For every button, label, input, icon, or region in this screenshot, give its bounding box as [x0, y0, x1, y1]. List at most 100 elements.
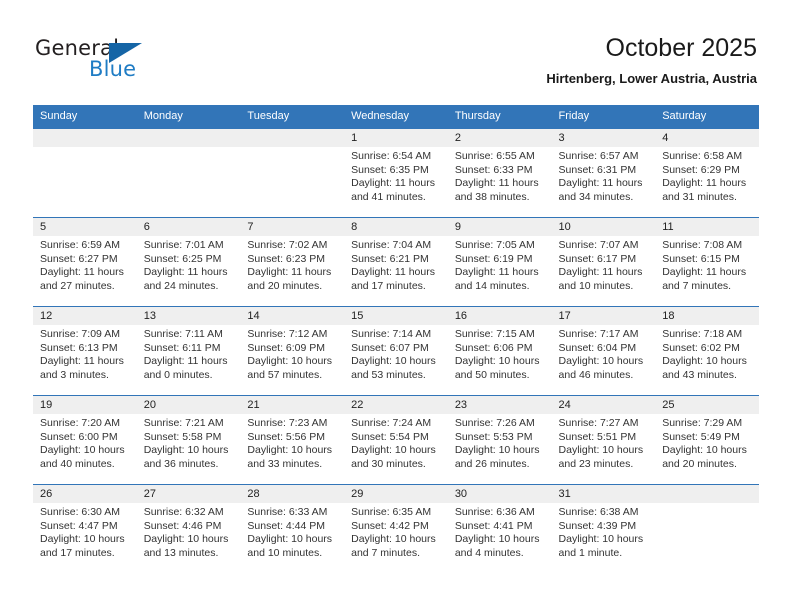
calendar-day-cell[interactable]: 23 Sunrise: 7:26 AM Sunset: 5:53 PM Dayligh…	[447, 395, 552, 485]
day-daylight-line: and 57 minutes.	[247, 368, 323, 381]
day-number: 4	[655, 129, 759, 147]
day-daylight-line: and 10 minutes.	[247, 546, 323, 559]
calendar-day-cell[interactable]: 3 Sunrise: 6:57 AM Sunset: 6:31 PM Daylight…	[551, 129, 656, 218]
calendar-day-cell[interactable]: 14 Sunrise: 7:12 AM Sunset: 6:09 PM Dayligh…	[240, 306, 345, 396]
calendar-day-cell[interactable]: 8 Sunrise: 7:04 AM Sunset: 6:21 PM Daylight…	[344, 217, 448, 307]
calendar-day-cell[interactable]: 25 Sunrise: 7:29 AM Sunset: 5:49 PM Dayligh…	[655, 395, 759, 485]
calendar-day-cell[interactable]: 11 Sunrise: 7:08 AM Sunset: 6:15 PM Dayligh…	[655, 217, 759, 307]
day-cell-details: Sunrise: 7:29 AM Sunset: 5:49 PM Daylight:…	[655, 414, 759, 471]
day-number: 22	[344, 396, 448, 414]
day-sunset-line: Sunset: 4:47 PM	[40, 519, 118, 532]
day-number: 3	[551, 129, 656, 147]
day-daylight-line: Daylight: 11 hours	[40, 355, 124, 367]
day-cell-details: Sunrise: 7:11 AM Sunset: 6:11 PM Daylight:…	[137, 325, 241, 382]
day-daylight-line: Daylight: 11 hours	[351, 266, 435, 278]
day-cell-inner: 3 Sunrise: 6:57 AM Sunset: 6:31 PM Daylight…	[551, 129, 656, 217]
day-number: 27	[136, 485, 241, 503]
weekday-header-sunday: Sunday	[33, 105, 137, 129]
day-number: 9	[447, 218, 552, 236]
weekday-header-saturday: Saturday	[655, 105, 759, 129]
day-number: 28	[240, 485, 345, 503]
day-daylight-line: Daylight: 10 hours	[143, 533, 229, 545]
calendar-header-row: Sunday Monday Tuesday Wednesday Thursday…	[33, 105, 759, 129]
calendar-day-cell[interactable]: 19 Sunrise: 7:20 AM Sunset: 6:00 PM Dayligh…	[33, 395, 137, 485]
day-number: 13	[136, 307, 241, 325]
day-number: 21	[240, 396, 345, 414]
day-daylight-line: Daylight: 11 hours	[662, 266, 747, 278]
calendar-day-cell[interactable]: 26 Sunrise: 6:30 AM Sunset: 4:47 PM Dayligh…	[33, 484, 137, 573]
day-sunrise-line: Sunrise: 7:15 AM	[454, 328, 535, 340]
day-cell-details: Sunrise: 7:26 AM Sunset: 5:53 PM Daylight:…	[448, 414, 552, 471]
calendar-day-cell[interactable]: 27 Sunrise: 6:32 AM Sunset: 4:46 PM Dayligh…	[136, 484, 241, 573]
calendar-day-cell[interactable]: 5 Sunrise: 6:59 AM Sunset: 6:27 PM Daylight…	[33, 217, 137, 307]
calendar-day-cell[interactable]: 31 Sunrise: 6:38 AM Sunset: 4:39 PM Dayligh…	[551, 484, 656, 573]
calendar-day-cell[interactable]: 28 Sunrise: 6:33 AM Sunset: 4:44 PM Dayligh…	[240, 484, 345, 573]
calendar-day-cell[interactable]: 7 Sunrise: 7:02 AM Sunset: 6:23 PM Daylight…	[240, 217, 345, 307]
page-header: General Blue October 2025 Hirtenberg, Lo…	[0, 0, 792, 100]
calendar-day-cell[interactable]: 13 Sunrise: 7:11 AM Sunset: 6:11 PM Dayligh…	[136, 306, 241, 396]
day-cell-inner: 2 Sunrise: 6:55 AM Sunset: 6:33 PM Daylight…	[447, 129, 552, 217]
calendar-day-cell[interactable]: 20 Sunrise: 7:21 AM Sunset: 5:58 PM Dayligh…	[136, 395, 241, 485]
day-sunrise-line: Sunrise: 7:07 AM	[558, 239, 639, 251]
calendar-day-cell[interactable]: 16 Sunrise: 7:15 AM Sunset: 6:06 PM Dayligh…	[447, 306, 552, 396]
day-daylight-line: and 26 minutes.	[454, 457, 530, 470]
calendar-day-cell[interactable]: 18 Sunrise: 7:18 AM Sunset: 6:02 PM Dayligh…	[655, 306, 759, 396]
day-cell-details: Sunrise: 6:33 AM Sunset: 4:44 PM Daylight:…	[240, 503, 344, 560]
day-number: 5	[33, 218, 137, 236]
day-daylight-line: Daylight: 11 hours	[247, 266, 332, 278]
day-sunset-line: Sunset: 6:23 PM	[247, 252, 326, 265]
day-cell-inner: 24 Sunrise: 7:27 AM Sunset: 5:51 PM Dayligh…	[551, 396, 656, 484]
day-cell-inner: 5 Sunrise: 6:59 AM Sunset: 6:27 PM Daylight…	[33, 218, 137, 306]
day-daylight-line: and 20 minutes.	[247, 279, 323, 292]
day-number: 8	[344, 218, 448, 236]
day-daylight-line: and 46 minutes.	[558, 368, 634, 381]
day-cell-inner: 13 Sunrise: 7:11 AM Sunset: 6:11 PM Dayligh…	[136, 307, 241, 395]
calendar-week-row: 12 Sunrise: 7:09 AM Sunset: 6:13 PM Dayligh…	[33, 306, 759, 396]
day-daylight-line: and 14 minutes.	[454, 279, 530, 292]
day-cell-details: Sunrise: 6:55 AM Sunset: 6:33 PM Daylight:…	[448, 147, 552, 204]
day-number: 29	[344, 485, 448, 503]
calendar-day-cell[interactable]: 17 Sunrise: 7:17 AM Sunset: 6:04 PM Dayligh…	[551, 306, 656, 396]
calendar-week-row: 1 Sunrise: 6:54 AM Sunset: 6:35 PM Daylight…	[33, 129, 759, 218]
calendar-day-cell[interactable]: 21 Sunrise: 7:23 AM Sunset: 5:56 PM Dayligh…	[240, 395, 345, 485]
calendar-day-cell[interactable]: 24 Sunrise: 7:27 AM Sunset: 5:51 PM Dayligh…	[551, 395, 656, 485]
day-daylight-line: and 50 minutes.	[454, 368, 530, 381]
day-daylight-line: and 43 minutes.	[662, 368, 737, 381]
day-cell-details: Sunrise: 6:36 AM Sunset: 4:41 PM Daylight:…	[448, 503, 552, 560]
day-daylight-line: Daylight: 10 hours	[662, 444, 747, 456]
day-cell-details: Sunrise: 7:24 AM Sunset: 5:54 PM Daylight:…	[344, 414, 448, 471]
calendar-day-cell[interactable]: 29 Sunrise: 6:35 AM Sunset: 4:42 PM Dayligh…	[344, 484, 448, 573]
day-cell-inner: 11 Sunrise: 7:08 AM Sunset: 6:15 PM Dayligh…	[655, 218, 759, 306]
day-cell-inner: 6 Sunrise: 7:01 AM Sunset: 6:25 PM Daylight…	[136, 218, 241, 306]
day-sunrise-line: Sunrise: 7:23 AM	[247, 417, 328, 429]
day-cell-inner: 31 Sunrise: 6:38 AM Sunset: 4:39 PM Dayligh…	[551, 485, 656, 573]
day-sunset-line: Sunset: 5:56 PM	[247, 430, 326, 443]
day-number: 24	[551, 396, 656, 414]
calendar-day-cell[interactable]: 30 Sunrise: 6:36 AM Sunset: 4:41 PM Dayligh…	[447, 484, 552, 573]
logo-text-blue: Blue	[89, 57, 137, 81]
day-sunrise-line: Sunrise: 6:55 AM	[454, 150, 535, 162]
day-daylight-line: Daylight: 11 hours	[454, 177, 539, 189]
day-cell-details: Sunrise: 6:58 AM Sunset: 6:29 PM Daylight:…	[655, 147, 759, 204]
calendar-day-cell[interactable]: 10 Sunrise: 7:07 AM Sunset: 6:17 PM Dayligh…	[551, 217, 656, 307]
day-sunset-line: Sunset: 5:49 PM	[662, 430, 740, 443]
generalblue-logo[interactable]: General Blue	[35, 36, 235, 86]
day-sunset-line: Sunset: 5:58 PM	[143, 430, 222, 443]
calendar-day-cell[interactable]: 6 Sunrise: 7:01 AM Sunset: 6:25 PM Daylight…	[136, 217, 241, 307]
day-sunset-line: Sunset: 4:46 PM	[143, 519, 222, 532]
calendar-day-cell[interactable]: 15 Sunrise: 7:14 AM Sunset: 6:07 PM Dayligh…	[344, 306, 448, 396]
day-sunrise-line: Sunrise: 7:08 AM	[662, 239, 743, 251]
calendar-day-cell[interactable]: 12 Sunrise: 7:09 AM Sunset: 6:13 PM Dayligh…	[33, 306, 137, 396]
calendar-day-cell[interactable]: 1 Sunrise: 6:54 AM Sunset: 6:35 PM Daylight…	[344, 129, 448, 218]
day-cell-details: Sunrise: 6:35 AM Sunset: 4:42 PM Daylight:…	[344, 503, 448, 560]
day-daylight-line: Daylight: 11 hours	[662, 177, 747, 189]
day-daylight-line: Daylight: 10 hours	[143, 444, 229, 456]
day-daylight-line: and 20 minutes.	[662, 457, 737, 470]
day-daylight-line: Daylight: 10 hours	[351, 355, 436, 367]
calendar-day-cell[interactable]: 9 Sunrise: 7:05 AM Sunset: 6:19 PM Daylight…	[447, 217, 552, 307]
day-sunset-line: Sunset: 4:44 PM	[247, 519, 326, 532]
calendar-day-cell[interactable]: 22 Sunrise: 7:24 AM Sunset: 5:54 PM Dayligh…	[344, 395, 448, 485]
calendar-day-cell[interactable]: 4 Sunrise: 6:58 AM Sunset: 6:29 PM Daylight…	[655, 129, 759, 218]
calendar-day-cell[interactable]: 2 Sunrise: 6:55 AM Sunset: 6:33 PM Daylight…	[447, 129, 552, 218]
day-cell-details: Sunrise: 7:07 AM Sunset: 6:17 PM Daylight:…	[552, 236, 656, 293]
